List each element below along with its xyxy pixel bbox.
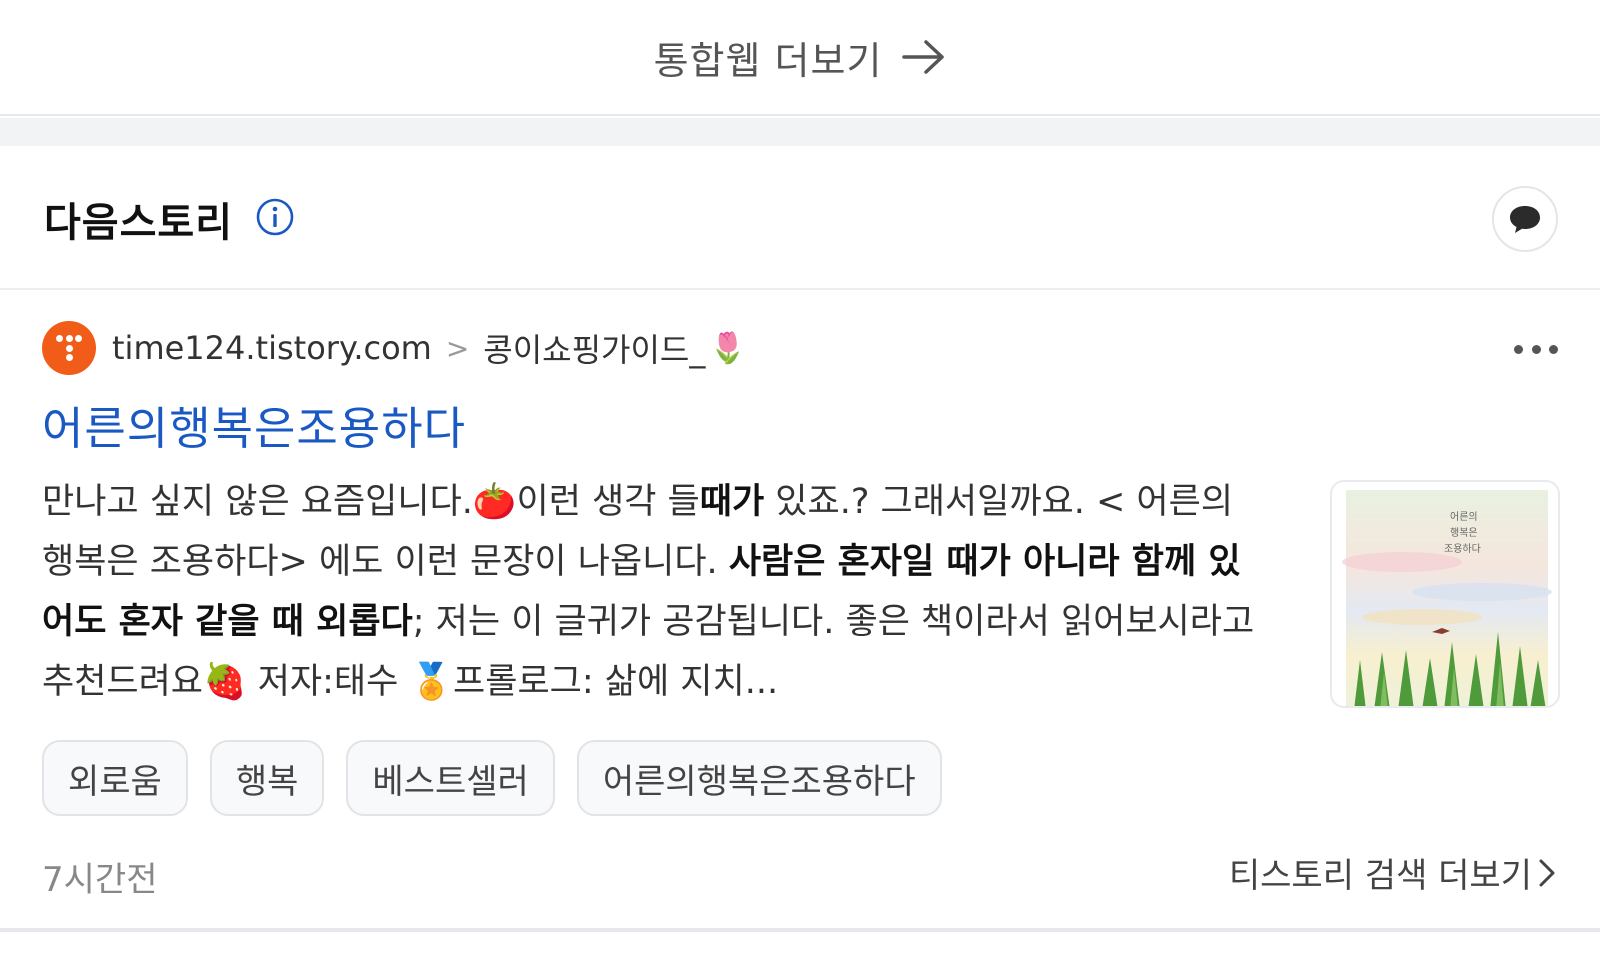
more-tistory-link[interactable]: 티스토리 검색 더보기 — [1229, 848, 1556, 897]
book-cover-image: 어른의 행복은 조용하다 — [1342, 490, 1552, 706]
chevron-right-icon — [1539, 859, 1555, 886]
tag-chip[interactable]: 행복 — [209, 740, 325, 816]
feedback-button[interactable] — [1492, 186, 1558, 252]
tulip-emoji: 🌷 — [709, 330, 747, 366]
tomato-emoji: 🍅 — [472, 482, 517, 522]
chevron-separator-icon: > — [445, 331, 470, 365]
more-tistory-label: 티스토리 검색 더보기 — [1228, 856, 1532, 896]
tag-chip[interactable]: 베스트셀러 — [346, 740, 555, 816]
tistory-favicon — [42, 321, 96, 375]
cover-title-2: 행복은 — [1450, 527, 1478, 539]
search-result-item: time124.tistory.com > 콩이쇼핑가이드_ 🌷 어른의행복은조… — [0, 292, 1600, 956]
blog-name[interactable]: 콩이쇼핑가이드_ — [483, 325, 705, 371]
source-domain[interactable]: time124.tistory.com — [112, 329, 432, 367]
bottom-divider — [0, 928, 1600, 932]
result-snippet[interactable]: 만나고 싶지 않은 요즘입니다.🍅이런 생각 들때가 있죠.? 그래서일까요. … — [42, 472, 1272, 712]
post-time: 7시간전 — [42, 860, 158, 900]
result-source[interactable]: time124.tistory.com > 콩이쇼핑가이드_ 🌷 — [42, 320, 747, 376]
section-header: 다음스토리 — [0, 146, 1600, 290]
speech-bubble-icon — [1510, 206, 1540, 233]
cover-title-3: 조용하다 — [1444, 542, 1481, 555]
tag-chip[interactable]: 외로움 — [42, 740, 188, 816]
arrow-right-icon — [902, 40, 945, 74]
section-gap — [0, 118, 1600, 146]
tag-list: 외로움 행복 베스트셀러 어른의행복은조용하다 — [42, 740, 942, 816]
info-icon[interactable] — [256, 198, 294, 236]
more-web-link[interactable]: 통합웹 더보기 — [654, 30, 947, 85]
more-web-results-bar[interactable]: 통합웹 더보기 — [0, 0, 1600, 116]
book-cover-thumbnail[interactable]: 어른의 행복은 조용하다 — [1330, 480, 1560, 708]
result-title-link[interactable]: 어른의행복은조용하다 — [42, 392, 466, 457]
medal-emoji: 🏅 — [409, 662, 454, 702]
section-title: 다음스토리 — [44, 200, 233, 246]
strawberry-emoji: 🍓 — [203, 662, 247, 702]
daum-story-section: 다음스토리 time124.tistory.com > 콩이쇼핑가이드_ 🌷 어… — [0, 146, 1600, 956]
more-web-label: 통합웹 더보기 — [653, 38, 883, 83]
cover-title-1: 어른의 — [1450, 511, 1478, 523]
tag-chip[interactable]: 어른의행복은조용하다 — [576, 740, 942, 816]
more-dots-icon[interactable] — [1514, 342, 1558, 356]
